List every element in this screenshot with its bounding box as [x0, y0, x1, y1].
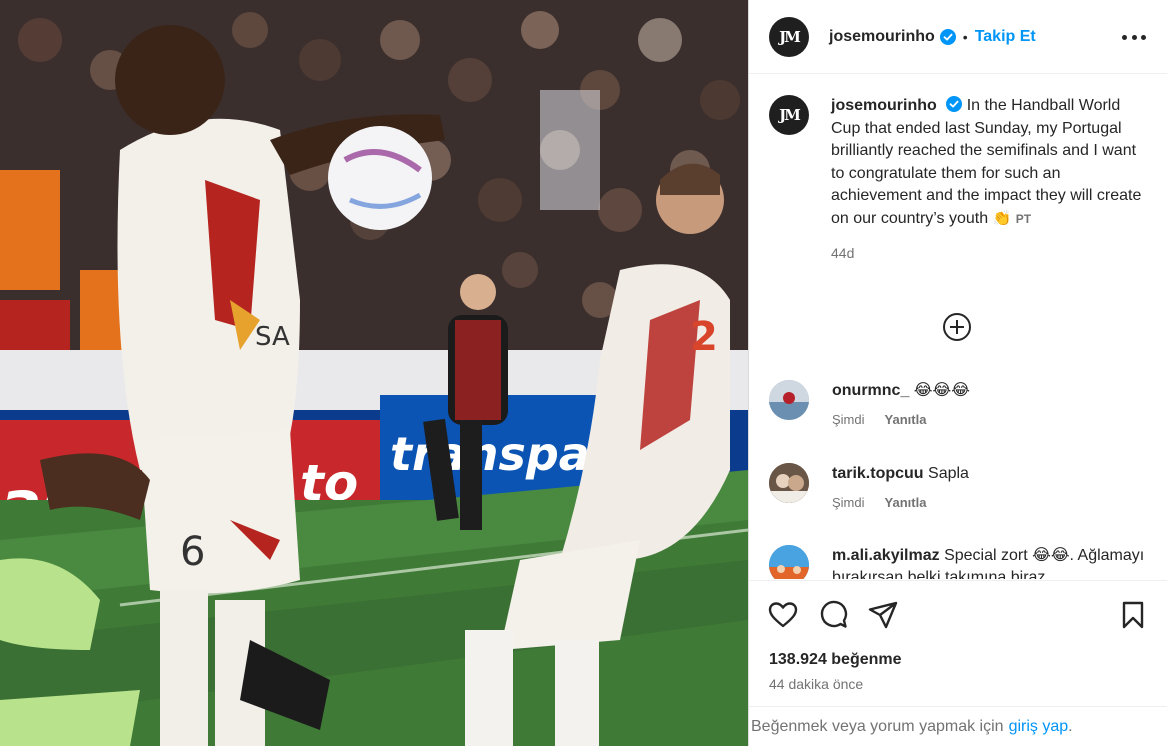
comment-text-line: onurmnc_ 😂😂😂 — [832, 380, 1152, 402]
comment-item: onurmnc_ 😂😂😂 Şimdi Yanıtla — [769, 380, 1159, 427]
shirt-number: 6 — [180, 529, 205, 575]
comment-avatar[interactable] — [769, 380, 809, 420]
comment-meta: Şimdi Yanıtla — [832, 495, 1152, 510]
comment-text: Sapla — [928, 465, 969, 482]
comment-avatar-image — [769, 463, 809, 503]
caption-age: 44d — [831, 245, 855, 261]
bookmark-icon[interactable] — [1117, 599, 1149, 631]
avatar[interactable]: JM — [769, 16, 809, 57]
comment-text-line: m.ali.akyilmaz Special zort 😂😂. Ağlamayı… — [832, 545, 1152, 579]
verified-badge-icon — [939, 28, 956, 45]
plus-circle-icon[interactable] — [942, 312, 972, 342]
more-dot — [1131, 34, 1137, 40]
comment-meta: Şimdi Yanıtla — [832, 412, 1152, 427]
follow-button[interactable]: Takip Et — [975, 28, 1036, 46]
action-bar — [749, 580, 1167, 650]
football-match-photo: asi to transpale 2 — [0, 0, 748, 746]
login-link[interactable]: giriş yap — [1009, 718, 1069, 736]
caption-avatar[interactable]: JM — [769, 95, 809, 135]
post-side-panel: JM josemourinho • Takip Et JM josemourin… — [748, 0, 1167, 746]
login-prompt-suffix: . — [1068, 717, 1073, 735]
reply-button[interactable]: Yanıtla — [885, 412, 927, 427]
heart-icon[interactable] — [767, 599, 799, 631]
avatar-initials: JM — [779, 27, 801, 46]
comment-time: Şimdi — [832, 495, 865, 510]
comment-text: 😂😂😂 — [913, 382, 970, 399]
reply-button[interactable]: Yanıtla — [885, 495, 927, 510]
login-prompt: Beğenmek veya yorum yapmak için giriş ya… — [749, 706, 1167, 746]
flag-label: PT — [1015, 211, 1032, 226]
comment-avatar[interactable] — [769, 463, 809, 503]
header-username[interactable]: josemourinho — [829, 28, 935, 46]
login-prompt-text: Beğenmek veya yorum yapmak için — [751, 717, 1004, 735]
comment-body: onurmnc_ 😂😂😂 Şimdi Yanıtla — [832, 380, 1152, 427]
comment-avatar-image — [769, 545, 809, 579]
likes-count[interactable]: 138.924 beğenme — [769, 651, 902, 669]
header-separator: • — [962, 28, 968, 45]
verified-badge-icon — [946, 96, 963, 112]
post-header: JM josemourinho • Takip Et — [749, 0, 1167, 74]
caption-username[interactable]: josemourinho — [831, 97, 937, 114]
comment-body: tarik.topcuu Sapla Şimdi Yanıtla — [832, 463, 1152, 510]
comment-avatar-image — [769, 380, 809, 420]
post-photo[interactable]: asi to transpale 2 — [0, 0, 748, 746]
comment-username[interactable]: tarik.topcuu — [832, 465, 924, 482]
caption-avatar-initials: JM — [779, 106, 801, 124]
comment-username[interactable]: onurmnc_ — [832, 382, 909, 399]
comment-body: m.ali.akyilmaz Special zort 😂😂. Ağlamayı… — [832, 545, 1152, 579]
caption-text: In the Handball World Cup that ended las… — [831, 97, 1142, 227]
comment-avatar[interactable] — [769, 545, 809, 579]
shirt-number-2: 2 — [690, 314, 718, 360]
comment-item: m.ali.akyilmaz Special zort 😂😂. Ağlamayı… — [769, 545, 1159, 579]
comment-icon[interactable] — [817, 599, 849, 631]
clap-emoji: 👏 — [992, 209, 1012, 227]
comment-time: Şimdi — [832, 412, 865, 427]
comment-text-line: tarik.topcuu Sapla — [832, 463, 1152, 485]
post-timestamp[interactable]: 44 dakika önce — [769, 676, 863, 692]
comment-username[interactable]: m.ali.akyilmaz — [832, 547, 940, 564]
shirt-sponsor: SA — [255, 322, 290, 352]
more-options-icon[interactable] — [1122, 26, 1146, 48]
post-caption: JM josemourinho In the Handball World Cu… — [769, 95, 1149, 265]
more-dot — [1122, 34, 1127, 40]
comments-scroll-area[interactable]: JM josemourinho In the Handball World Cu… — [749, 75, 1167, 579]
share-icon[interactable] — [867, 599, 899, 631]
comment-item: tarik.topcuu Sapla Şimdi Yanıtla — [769, 463, 1159, 510]
instagram-post: asi to transpale 2 — [0, 0, 1167, 746]
more-dot — [1141, 34, 1146, 40]
caption-body: josemourinho In the Handball World Cup t… — [831, 95, 1149, 265]
